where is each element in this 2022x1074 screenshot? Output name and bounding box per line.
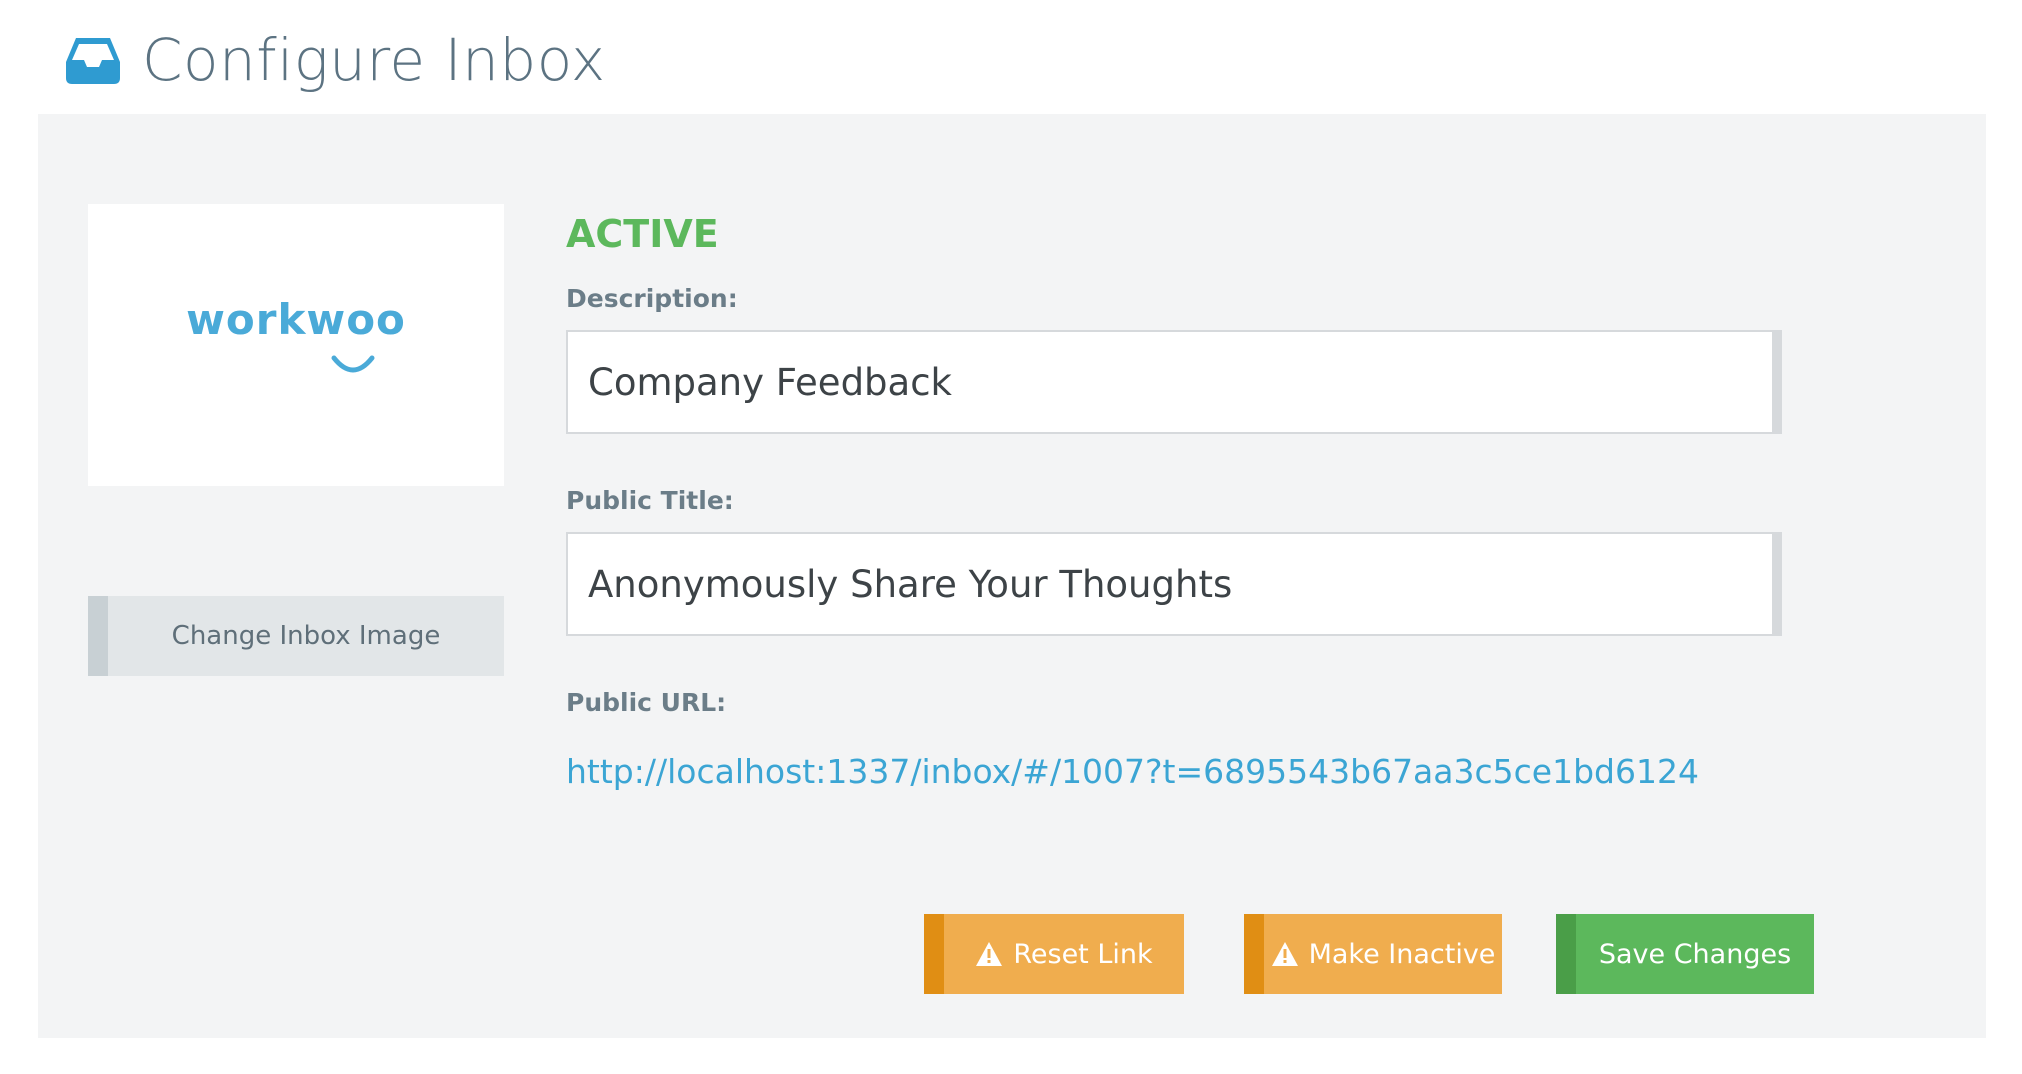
inbox-image: workwoo: [88, 204, 504, 486]
reset-link-button[interactable]: Reset Link: [924, 914, 1184, 994]
warning-icon: [1271, 941, 1299, 967]
logo-smile-icon: [331, 355, 375, 373]
warning-icon: [975, 941, 1003, 967]
workwoo-logo: workwoo: [186, 294, 406, 344]
page-header: Configure Inbox: [66, 20, 606, 100]
make-inactive-button[interactable]: Make Inactive: [1244, 914, 1502, 994]
public-title-label: Public Title:: [566, 486, 734, 515]
make-inactive-label: Make Inactive: [1308, 938, 1496, 970]
inbox-icon: [66, 36, 120, 84]
change-inbox-image-button[interactable]: Change Inbox Image: [88, 596, 504, 676]
public-url-link[interactable]: http://localhost:1337/inbox/#/1007?t=689…: [566, 750, 1782, 794]
inbox-config-panel: workwoo Change Inbox Image ACTIVE Descri…: [38, 114, 1986, 1038]
description-label: Description:: [566, 284, 738, 313]
page-title: Configure Inbox: [142, 26, 606, 94]
action-buttons: Reset Link Make Inactive Save Changes: [566, 914, 1814, 994]
save-changes-button[interactable]: Save Changes: [1556, 914, 1814, 994]
reset-link-label: Reset Link: [1013, 938, 1153, 970]
public-url-label: Public URL:: [566, 688, 727, 717]
status-badge: ACTIVE: [566, 212, 719, 256]
inbox-form: ACTIVE Description: Public Title: Public…: [566, 204, 1814, 994]
description-field[interactable]: [566, 330, 1782, 434]
configure-inbox-page: Configure Inbox workwoo Change Inbox Ima…: [0, 0, 2022, 1074]
public-title-field[interactable]: [566, 532, 1782, 636]
